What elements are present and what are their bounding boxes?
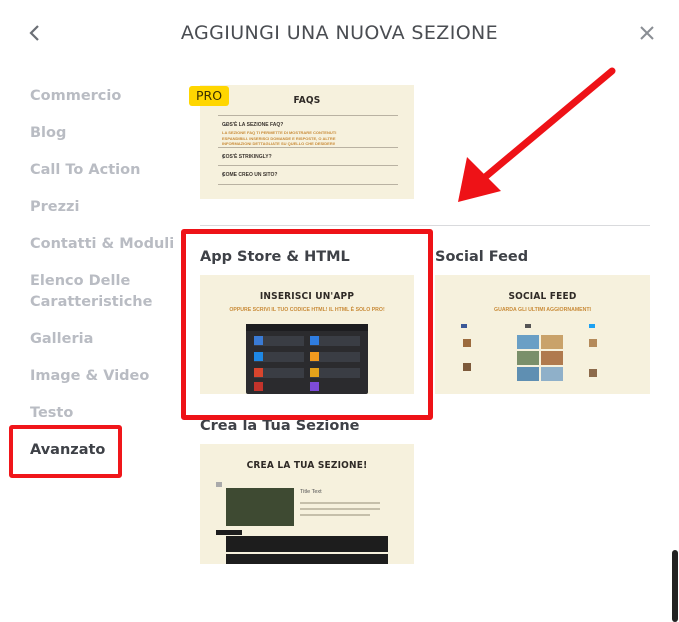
app-icon xyxy=(254,368,263,377)
social-feed-heading: SOCIAL FEED xyxy=(508,291,577,302)
app-icon xyxy=(254,382,263,391)
dialog-header: AGGIUNGI UNA NUOVA SEZIONE xyxy=(0,0,679,68)
app-store-card-thumbnail[interactable]: INSERISCI UN'APP OPPURE SCRIVI IL TUO CO… xyxy=(200,275,414,394)
avatar xyxy=(589,339,597,347)
sidebar-item-blog[interactable]: Blog xyxy=(30,123,66,144)
faq-row-2: COS'È STRIKINGLY? › xyxy=(218,147,398,167)
sidebar-item-avanzato[interactable]: Avanzato xyxy=(30,440,105,461)
pro-badge: PRO xyxy=(189,86,229,106)
sample-text-line xyxy=(300,502,380,504)
sample-title: Title Text xyxy=(300,489,322,495)
app-store-card-title: App Store & HTML xyxy=(200,249,350,265)
toolbar-label xyxy=(216,530,242,535)
block-toolbar xyxy=(226,536,388,552)
sample-text-line xyxy=(300,514,370,516)
faq-row-3: COME CREO UN SITO? › xyxy=(218,165,398,185)
app-store-heading: INSERISCI UN'APP xyxy=(259,291,355,302)
sidebar-item-galleria[interactable]: Galleria xyxy=(30,329,93,350)
social-feed-card-title: Social Feed xyxy=(435,249,529,265)
faq-row-1: COS'È LA SEZIONE FAQ? ⌄ LA SEZIONE FAQ T… xyxy=(218,115,398,149)
sidebar-item-elenco-caratteristiche[interactable]: Elenco Delle Caratteristiche xyxy=(30,271,170,313)
app-icon xyxy=(254,352,263,361)
app-icon xyxy=(310,368,319,377)
app-store-subheading: OPPURE SCRIVI IL TUO CODICE HTML! IL HTM… xyxy=(229,307,385,313)
feed-photo xyxy=(517,335,539,349)
faqs-card-thumbnail[interactable]: FAQS COS'È LA SEZIONE FAQ? ⌄ LA SEZIONE … xyxy=(200,85,414,199)
social-feed-subheading: GUARDA GLI ULTIMI AGGIORNAMENTI xyxy=(494,307,591,313)
custom-section-heading: CREA LA TUA SEZIONE! xyxy=(246,460,368,471)
close-icon xyxy=(640,26,654,40)
avatar xyxy=(463,363,471,371)
app-icon xyxy=(310,352,319,361)
custom-section-card-thumbnail[interactable]: CREA LA TUA SEZIONE! Title Text xyxy=(200,444,414,564)
feed-photo xyxy=(517,351,539,365)
avatar xyxy=(589,369,597,377)
facebook-icon xyxy=(461,324,467,328)
sidebar-item-commercio[interactable]: Commercio xyxy=(30,86,121,107)
chevron-right-icon: › xyxy=(222,151,225,161)
dialog-title: AGGIUNGI UNA NUOVA SEZIONE xyxy=(180,22,499,44)
feed-photo xyxy=(517,367,539,381)
app-store-window xyxy=(246,324,368,394)
app-store-window-bar xyxy=(246,324,368,331)
sidebar-item-prezzi[interactable]: Prezzi xyxy=(30,197,79,218)
chevron-down-icon: ⌄ xyxy=(222,118,230,128)
sidebar-item-call-to-action[interactable]: Call To Action xyxy=(30,160,140,181)
drag-handle-icon xyxy=(216,482,222,487)
faq-answer-1: LA SEZIONE FAQ TI PERMETTE DI MOSTRARE C… xyxy=(222,130,337,146)
avatar xyxy=(463,339,471,347)
section-divider xyxy=(200,225,650,226)
chevron-right-icon: › xyxy=(222,169,225,179)
app-icon xyxy=(310,336,319,345)
custom-section-card-title: Crea la Tua Sezione xyxy=(200,418,360,434)
forest-image xyxy=(226,488,294,526)
instagram-icon xyxy=(525,324,531,328)
social-feed-card-thumbnail[interactable]: SOCIAL FEED GUARDA GLI ULTIMI AGGIORNAME… xyxy=(435,275,650,394)
sidebar-item-testo[interactable]: Testo xyxy=(30,403,73,424)
sidebar-item-image-video[interactable]: Image & Video xyxy=(30,366,149,387)
faqs-heading: FAQS xyxy=(293,95,321,106)
feed-photo xyxy=(541,367,563,381)
feed-photo xyxy=(541,335,563,349)
feed-photo xyxy=(541,351,563,365)
scrollbar[interactable] xyxy=(672,550,678,622)
sample-text-line xyxy=(300,508,380,510)
twitter-icon xyxy=(589,324,595,328)
block-toolbar xyxy=(226,554,388,564)
sidebar-item-contatti-moduli[interactable]: Contatti & Moduli xyxy=(30,234,174,255)
close-button[interactable] xyxy=(636,22,658,44)
app-icon xyxy=(310,382,319,391)
app-icon xyxy=(254,336,263,345)
